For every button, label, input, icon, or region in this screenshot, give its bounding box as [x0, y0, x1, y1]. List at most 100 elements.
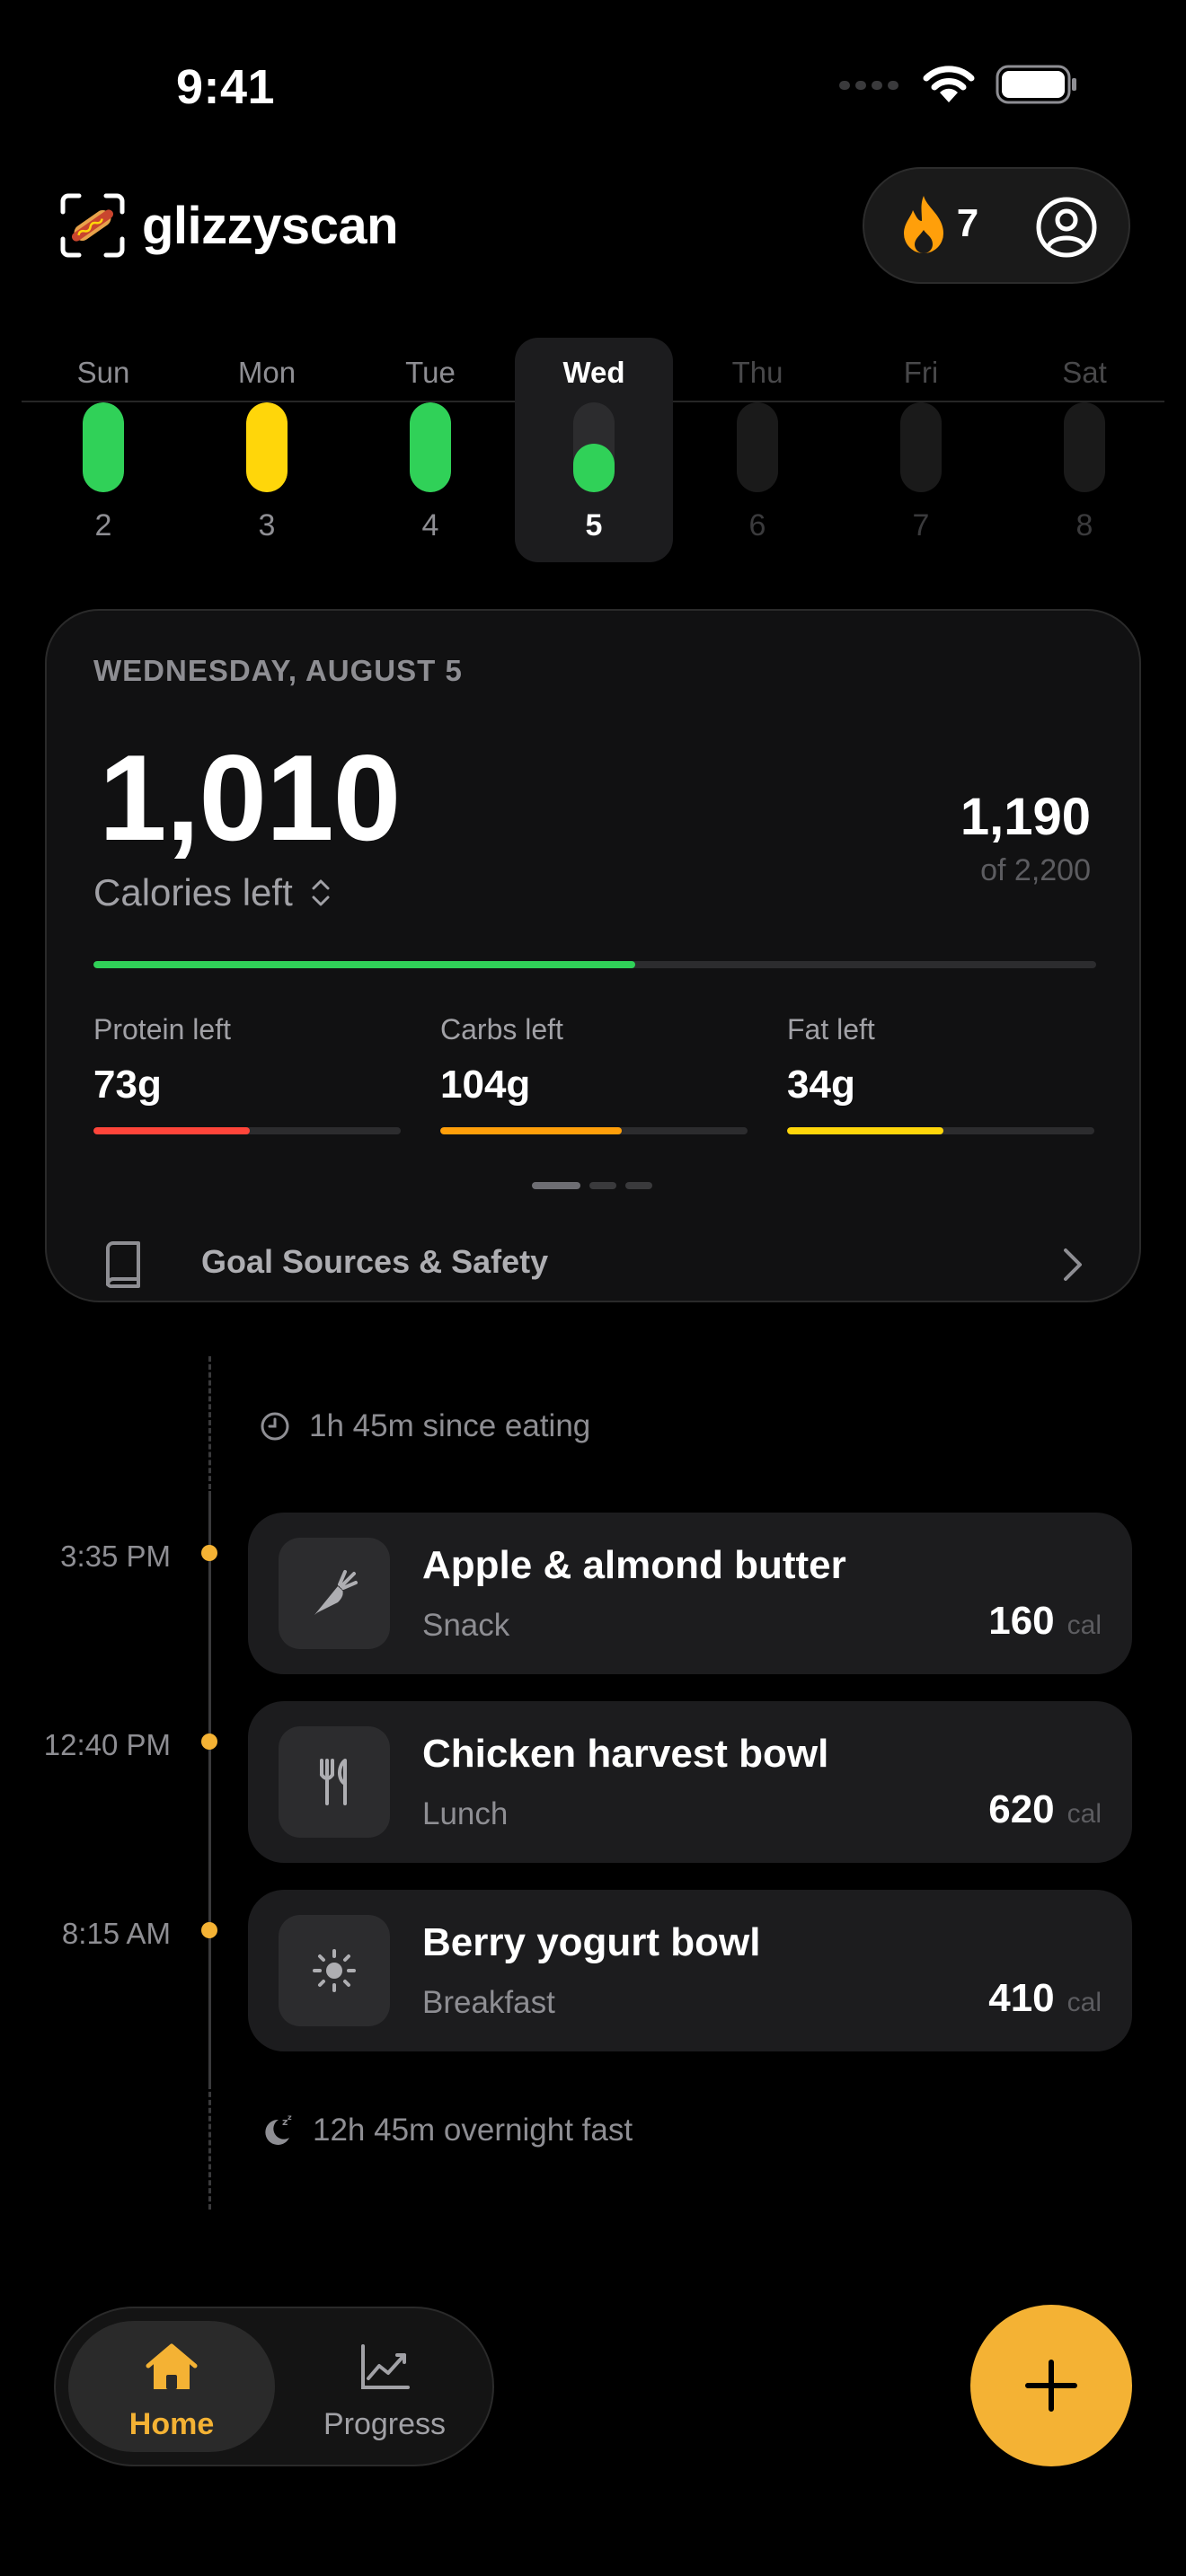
- calories-left-label: Calories left: [93, 871, 293, 913]
- house-icon: [146, 2343, 198, 2389]
- macro-label: Fat left: [787, 1013, 875, 1045]
- meal-card[interactable]: Apple & almond butter Snack 160 cal: [248, 1513, 1132, 1674]
- page-indicator[interactable]: [532, 1182, 652, 1189]
- profile-icon[interactable]: [1035, 196, 1098, 259]
- timeline-dot: [201, 1545, 217, 1561]
- hotdog-scan-logo-icon: [60, 193, 125, 258]
- meal-name: Chicken harvest bowl: [422, 1732, 829, 1776]
- day-progress-fill: [83, 402, 124, 492]
- day-tue[interactable]: Tue 4: [351, 338, 509, 562]
- macro-label: Protein left: [93, 1013, 231, 1045]
- sun-icon: [313, 1949, 356, 1992]
- day-progress-bar: [900, 402, 942, 492]
- day-number: 8: [1075, 508, 1093, 543]
- meal-card[interactable]: Chicken harvest bowl Lunch 620 cal: [248, 1701, 1132, 1863]
- clock-icon: [261, 1412, 289, 1441]
- signal-icon: [839, 81, 898, 90]
- day-name: Tue: [405, 356, 456, 389]
- calories-left-toggle[interactable]: Calories left: [93, 871, 332, 914]
- since-eating-row: 1h 45m since eating: [259, 1408, 590, 1444]
- page-dot-active[interactable]: [532, 1182, 580, 1189]
- macro-label: Carbs left: [440, 1013, 563, 1045]
- meal-calories-unit: cal: [1067, 1799, 1102, 1829]
- chevron-up-down-icon: [312, 879, 330, 906]
- timeline-dot: [201, 1922, 217, 1938]
- battery-icon: [996, 65, 1076, 104]
- meal-time: 12:40 PM: [43, 1728, 171, 1761]
- status-time: 9:41: [176, 60, 276, 114]
- macro-value: 34g: [787, 1063, 855, 1107]
- wifi-icon: [923, 66, 975, 102]
- day-thu[interactable]: Thu 6: [678, 338, 836, 562]
- goal-sources-row[interactable]: Goal Sources & Safety: [47, 1222, 1139, 1295]
- meal-icon-box: [279, 1915, 390, 2026]
- flame-icon: [904, 196, 943, 253]
- day-name: Wed: [562, 356, 625, 389]
- page-dot[interactable]: [625, 1182, 652, 1189]
- tab-home-label: Home: [128, 2407, 215, 2441]
- calories-eaten: 1,190: [960, 788, 1091, 846]
- day-number: 3: [258, 508, 276, 543]
- macro-progress-bar: [93, 1127, 401, 1134]
- brand: glizzyscan: [59, 192, 399, 259]
- day-progress-bar: [737, 402, 778, 492]
- meal-calories: 160 cal: [988, 1599, 1102, 1644]
- day-sat[interactable]: Sat 8: [1005, 338, 1164, 562]
- meal-icon-box: [279, 1726, 390, 1838]
- meal-icon-box: [279, 1538, 390, 1649]
- meal-card[interactable]: Berry yogurt bowl Breakfast 410 cal: [248, 1890, 1132, 2051]
- calories-progress-fill: [93, 961, 635, 968]
- timeline-line: [208, 1491, 211, 2084]
- meal-calories-value: 620: [988, 1787, 1055, 1831]
- meal-calories: 620 cal: [988, 1787, 1102, 1832]
- fork-knife-icon: [320, 1759, 347, 1805]
- timeline-dashed-top: [208, 1356, 211, 1489]
- timeline-dot: [201, 1734, 217, 1750]
- meal-name: Apple & almond butter: [422, 1543, 846, 1587]
- day-name: Sat: [1062, 356, 1107, 389]
- overnight-fast-label: 12h 45m overnight fast: [313, 2113, 633, 2148]
- day-mon[interactable]: Mon 3: [188, 338, 346, 562]
- day-progress-fill: [410, 402, 451, 492]
- day-number: 7: [912, 508, 930, 543]
- meal-type: Lunch: [422, 1796, 509, 1831]
- day-fri[interactable]: Fri 7: [842, 338, 1000, 562]
- since-eating-label: 1h 45m since eating: [309, 1408, 591, 1443]
- chevron-right-icon: [1064, 1248, 1082, 1281]
- day-number: 4: [421, 508, 439, 543]
- tab-home[interactable]: Home: [68, 2321, 275, 2452]
- meal-calories-unit: cal: [1067, 1610, 1102, 1640]
- add-meal-button[interactable]: [970, 2305, 1132, 2466]
- day-progress-fill: [246, 402, 288, 492]
- day-progress-bar: [246, 402, 288, 492]
- calories-goal: of 2,200: [980, 853, 1091, 887]
- meal-calories-value: 160: [988, 1599, 1055, 1643]
- tab-bar: Home Progress: [54, 2307, 494, 2466]
- macro-progress-bar: [440, 1127, 748, 1134]
- header-pill[interactable]: 7: [863, 167, 1130, 284]
- macro-progress-fill: [787, 1127, 944, 1134]
- chart-line-icon: [361, 2344, 410, 2389]
- day-number: 6: [748, 508, 766, 543]
- day-sun[interactable]: Sun 2: [24, 338, 182, 562]
- meal-time: 8:15 AM: [61, 1917, 171, 1950]
- day-wed[interactable]: Wed 5: [515, 338, 673, 562]
- summary-card[interactable]: WEDNESDAY, AUGUST 5 1,010 Calories left …: [45, 609, 1141, 1302]
- day-progress-bar: [1064, 402, 1105, 492]
- date-label: WEDNESDAY, AUGUST 5: [93, 654, 463, 687]
- meal-calories-unit: cal: [1067, 1988, 1102, 2017]
- page-dot[interactable]: [589, 1182, 616, 1189]
- overnight-fast-row: z z 12h 45m overnight fast: [259, 2113, 633, 2148]
- day-name: Sun: [76, 356, 130, 389]
- macro-protein: Protein left 73g: [93, 1013, 401, 1134]
- carrot-icon: [314, 1570, 358, 1615]
- day-progress-bar: [410, 402, 451, 492]
- tab-progress[interactable]: Progress: [288, 2321, 482, 2452]
- moon-sleep-icon: z z: [265, 2113, 292, 2145]
- macro-value: 73g: [93, 1063, 162, 1107]
- streak-count: 7: [956, 201, 979, 245]
- meal-calories-value: 410: [988, 1976, 1055, 2020]
- meal-type: Snack: [422, 1608, 510, 1643]
- goal-sources-label: Goal Sources & Safety: [201, 1243, 549, 1280]
- day-progress-bar: [573, 402, 615, 492]
